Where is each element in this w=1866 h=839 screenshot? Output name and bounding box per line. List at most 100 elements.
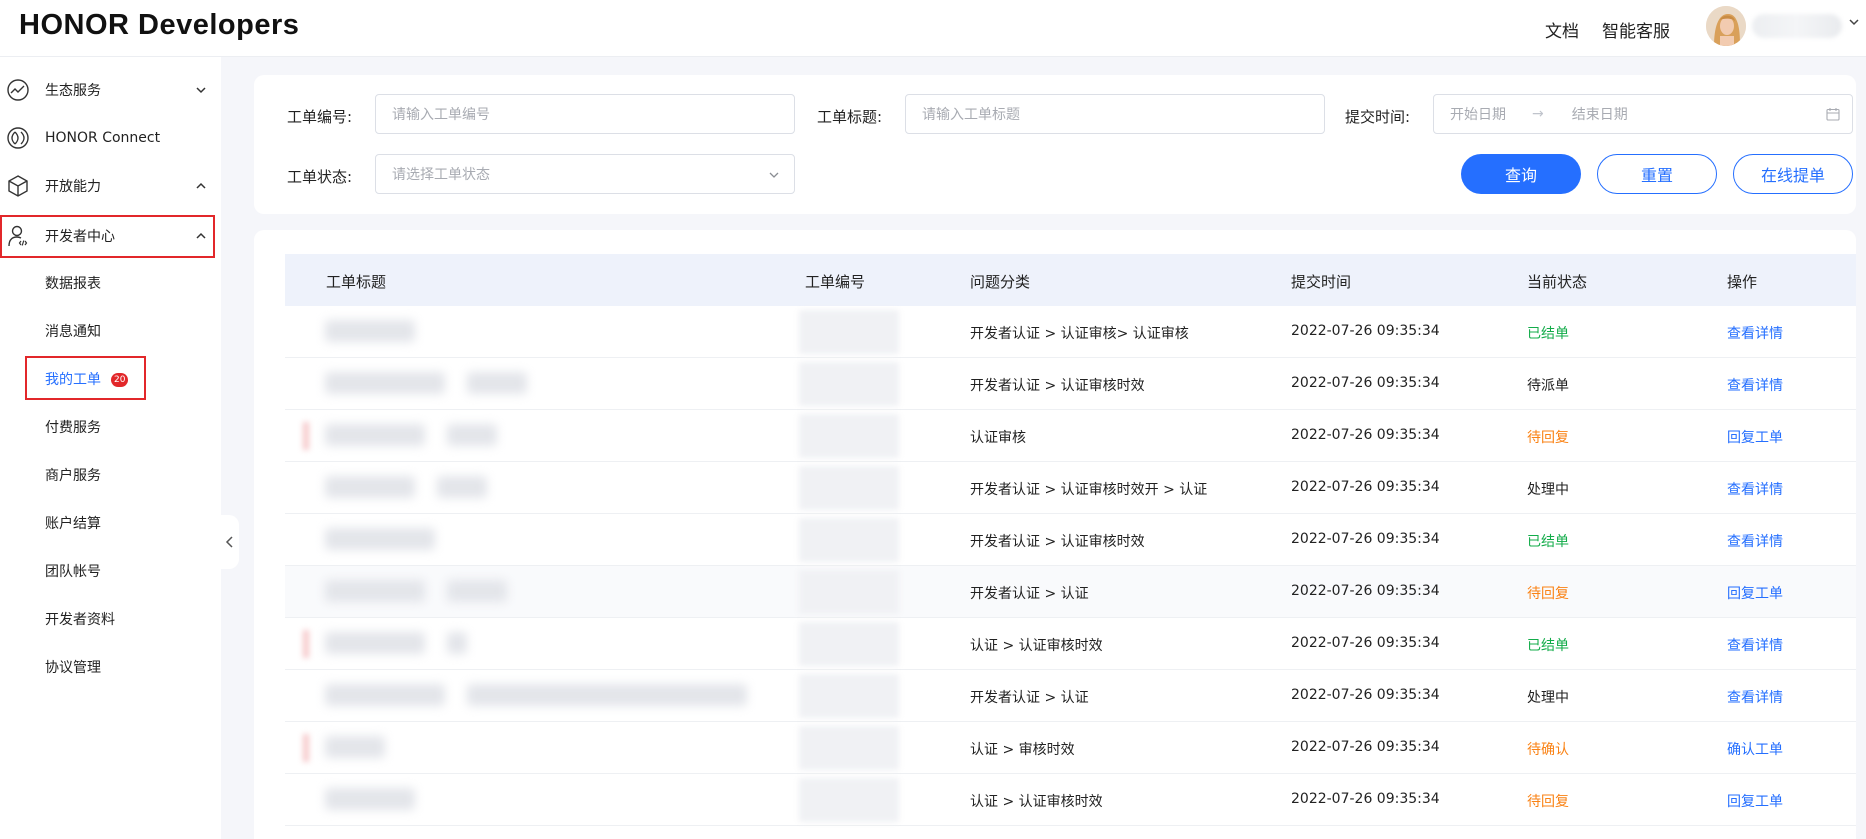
date-range-arrow-icon: → <box>1532 106 1544 122</box>
connect-icon <box>6 126 30 150</box>
action-link[interactable]: 查看详情 <box>1727 635 1783 655</box>
status-cell: 已结单 <box>1527 326 1569 342</box>
action-link[interactable]: 确认工单 <box>1727 739 1783 759</box>
submit-time-cell: 2022-07-26 09:35:34 <box>1291 427 1440 443</box>
sidebar-subitem-merchant-services[interactable]: 商户服务 <box>45 465 101 485</box>
ticket-title-blurred[interactable] <box>325 580 425 602</box>
row-unread-marker <box>303 734 309 762</box>
table-header: 工单标题 工单编号 问题分类 提交时间 当前状态 操作 <box>285 254 1856 306</box>
column-header-status: 当前状态 <box>1527 273 1588 291</box>
action-link[interactable]: 回复工单 <box>1727 791 1783 811</box>
action-link[interactable]: 回复工单 <box>1727 583 1783 603</box>
ticket-title-blurred[interactable] <box>447 580 507 602</box>
end-date-input[interactable]: 结束日期 <box>1572 104 1628 124</box>
sidebar-subitem-notifications[interactable]: 消息通知 <box>45 321 101 341</box>
submit-time-cell: 2022-07-26 09:35:34 <box>1291 479 1440 495</box>
date-range-picker[interactable]: 开始日期 → 结束日期 <box>1433 94 1853 134</box>
ticket-title-blurred[interactable] <box>325 320 415 342</box>
ticket-no-blurred <box>799 674 899 718</box>
ticket-title-input[interactable]: 请输入工单标题 <box>905 94 1325 134</box>
action-link[interactable]: 回复工单 <box>1727 427 1783 447</box>
sidebar-item-label: HONOR Connect <box>45 130 161 146</box>
sidebar-subitem-agreement-management[interactable]: 协议管理 <box>45 657 101 677</box>
ticket-title-blurred[interactable] <box>447 632 467 654</box>
online-submit-button[interactable]: 在线提单 <box>1733 154 1853 194</box>
category-cell: 开发者认证 > 认证审核时效开 > 认证 <box>970 482 1208 498</box>
ticket-title-blurred[interactable] <box>437 476 487 498</box>
sidebar-subitem-account-settlement[interactable]: 账户结算 <box>45 513 101 533</box>
sidebar-subitem-data-reports[interactable]: 数据报表 <box>45 273 101 293</box>
category-cell: 开发者认证 > 认证审核时效 <box>970 534 1145 550</box>
category-cell: 开发者认证 > 认证审核> 认证审核 <box>970 326 1189 342</box>
ticket-no-input[interactable]: 请输入工单编号 <box>375 94 795 134</box>
ticket-no-blurred <box>799 726 899 770</box>
action-link[interactable]: 查看详情 <box>1727 375 1783 395</box>
column-header-ticket-no: 工单编号 <box>805 273 866 291</box>
status-placeholder: 请选择工单状态 <box>392 167 490 183</box>
status-cell: 待回复 <box>1527 794 1569 810</box>
trend-chart-icon <box>6 78 30 102</box>
user-avatar[interactable] <box>1706 6 1746 46</box>
sidebar-subitem-team-account[interactable]: 团队帐号 <box>45 561 101 581</box>
smart-support-link[interactable]: 智能客服 <box>1602 17 1670 42</box>
status-cell: 处理中 <box>1527 690 1569 706</box>
row-unread-marker <box>303 422 309 450</box>
ticket-title-blurred[interactable] <box>447 424 497 446</box>
ticket-title-blurred[interactable] <box>325 476 415 498</box>
ticket-title-blurred[interactable] <box>325 372 445 394</box>
sidebar-subitem-paid-services[interactable]: 付费服务 <box>45 417 101 437</box>
action-link[interactable]: 查看详情 <box>1727 687 1783 707</box>
submit-time-cell: 2022-07-26 09:35:34 <box>1291 791 1440 807</box>
docs-link[interactable]: 文档 <box>1545 17 1579 42</box>
ticket-title-blurred[interactable] <box>467 684 747 706</box>
status-select[interactable]: 请选择工单状态 <box>375 154 795 194</box>
ticket-title-placeholder: 请输入工单标题 <box>922 107 1020 123</box>
table-row: 认证 > 认证审核时效 2022-07-26 09:35:34 已结单 查看详情 <box>285 618 1856 670</box>
status-cell: 已结单 <box>1527 534 1569 550</box>
category-cell: 认证 > 认证审核时效 <box>970 638 1103 654</box>
ticket-title-blurred[interactable] <box>325 424 425 446</box>
chevron-up-icon <box>195 180 207 192</box>
sidebar-item-open-capabilities[interactable]: 开放能力 <box>0 164 214 208</box>
ticket-no-blurred <box>799 466 899 510</box>
status-cell: 待回复 <box>1527 430 1569 446</box>
table-row: 开发者认证 > 认证 2022-07-26 09:35:34 处理中 查看详情 <box>285 670 1856 722</box>
ticket-no-blurred <box>799 622 899 666</box>
ticket-title-blurred[interactable] <box>325 684 445 706</box>
sidebar-item-developer-center[interactable]: 开发者中心 <box>0 214 214 258</box>
reset-button[interactable]: 重置 <box>1597 154 1717 194</box>
column-header-action: 操作 <box>1727 273 1758 291</box>
table-row: 认证审核 2022-07-26 09:35:34 待回复 回复工单 <box>285 410 1856 462</box>
query-button[interactable]: 查询 <box>1461 154 1581 194</box>
category-cell: 开发者认证 > 认证 <box>970 586 1089 602</box>
ticket-no-blurred <box>799 518 899 562</box>
calendar-icon <box>1826 107 1840 125</box>
category-cell: 认证 > 认证审核时效 <box>970 794 1103 810</box>
status-cell: 处理中 <box>1527 482 1569 498</box>
ticket-title-blurred[interactable] <box>325 632 425 654</box>
submit-time-cell: 2022-07-26 09:35:34 <box>1291 375 1440 391</box>
sidebar-item-honor-connect[interactable]: HONOR Connect <box>0 116 214 160</box>
user-menu-chevron-down-icon[interactable] <box>1848 16 1860 32</box>
site-logo[interactable]: HONOR Developers <box>19 9 299 42</box>
sidebar-collapse-button[interactable] <box>221 515 239 569</box>
submit-time-label: 提交时间: <box>1345 108 1411 126</box>
action-link[interactable]: 查看详情 <box>1727 531 1783 551</box>
status-cell: 待回复 <box>1527 586 1569 602</box>
action-link[interactable]: 查看详情 <box>1727 323 1783 343</box>
submit-time-cell: 2022-07-26 09:35:34 <box>1291 583 1440 599</box>
user-name-blurred[interactable] <box>1752 14 1842 38</box>
start-date-input[interactable]: 开始日期 <box>1450 104 1506 124</box>
ticket-title-blurred[interactable] <box>325 736 385 758</box>
sidebar-item-ecosystem[interactable]: 生态服务 <box>0 68 214 112</box>
ticket-title-blurred[interactable] <box>325 528 435 550</box>
ticket-title-blurred[interactable] <box>467 372 527 394</box>
ticket-title-blurred[interactable] <box>325 788 415 810</box>
sidebar-subitem-label: 我的工单 <box>45 372 101 388</box>
sidebar-subitem-my-tickets[interactable]: 我的工单 20 <box>45 369 129 389</box>
sidebar-subitem-developer-profile[interactable]: 开发者资料 <box>45 609 115 629</box>
action-link[interactable]: 查看详情 <box>1727 479 1783 499</box>
status-label: 工单状态: <box>287 168 353 186</box>
row-unread-marker <box>303 630 309 658</box>
submit-time-cell: 2022-07-26 09:35:34 <box>1291 531 1440 547</box>
